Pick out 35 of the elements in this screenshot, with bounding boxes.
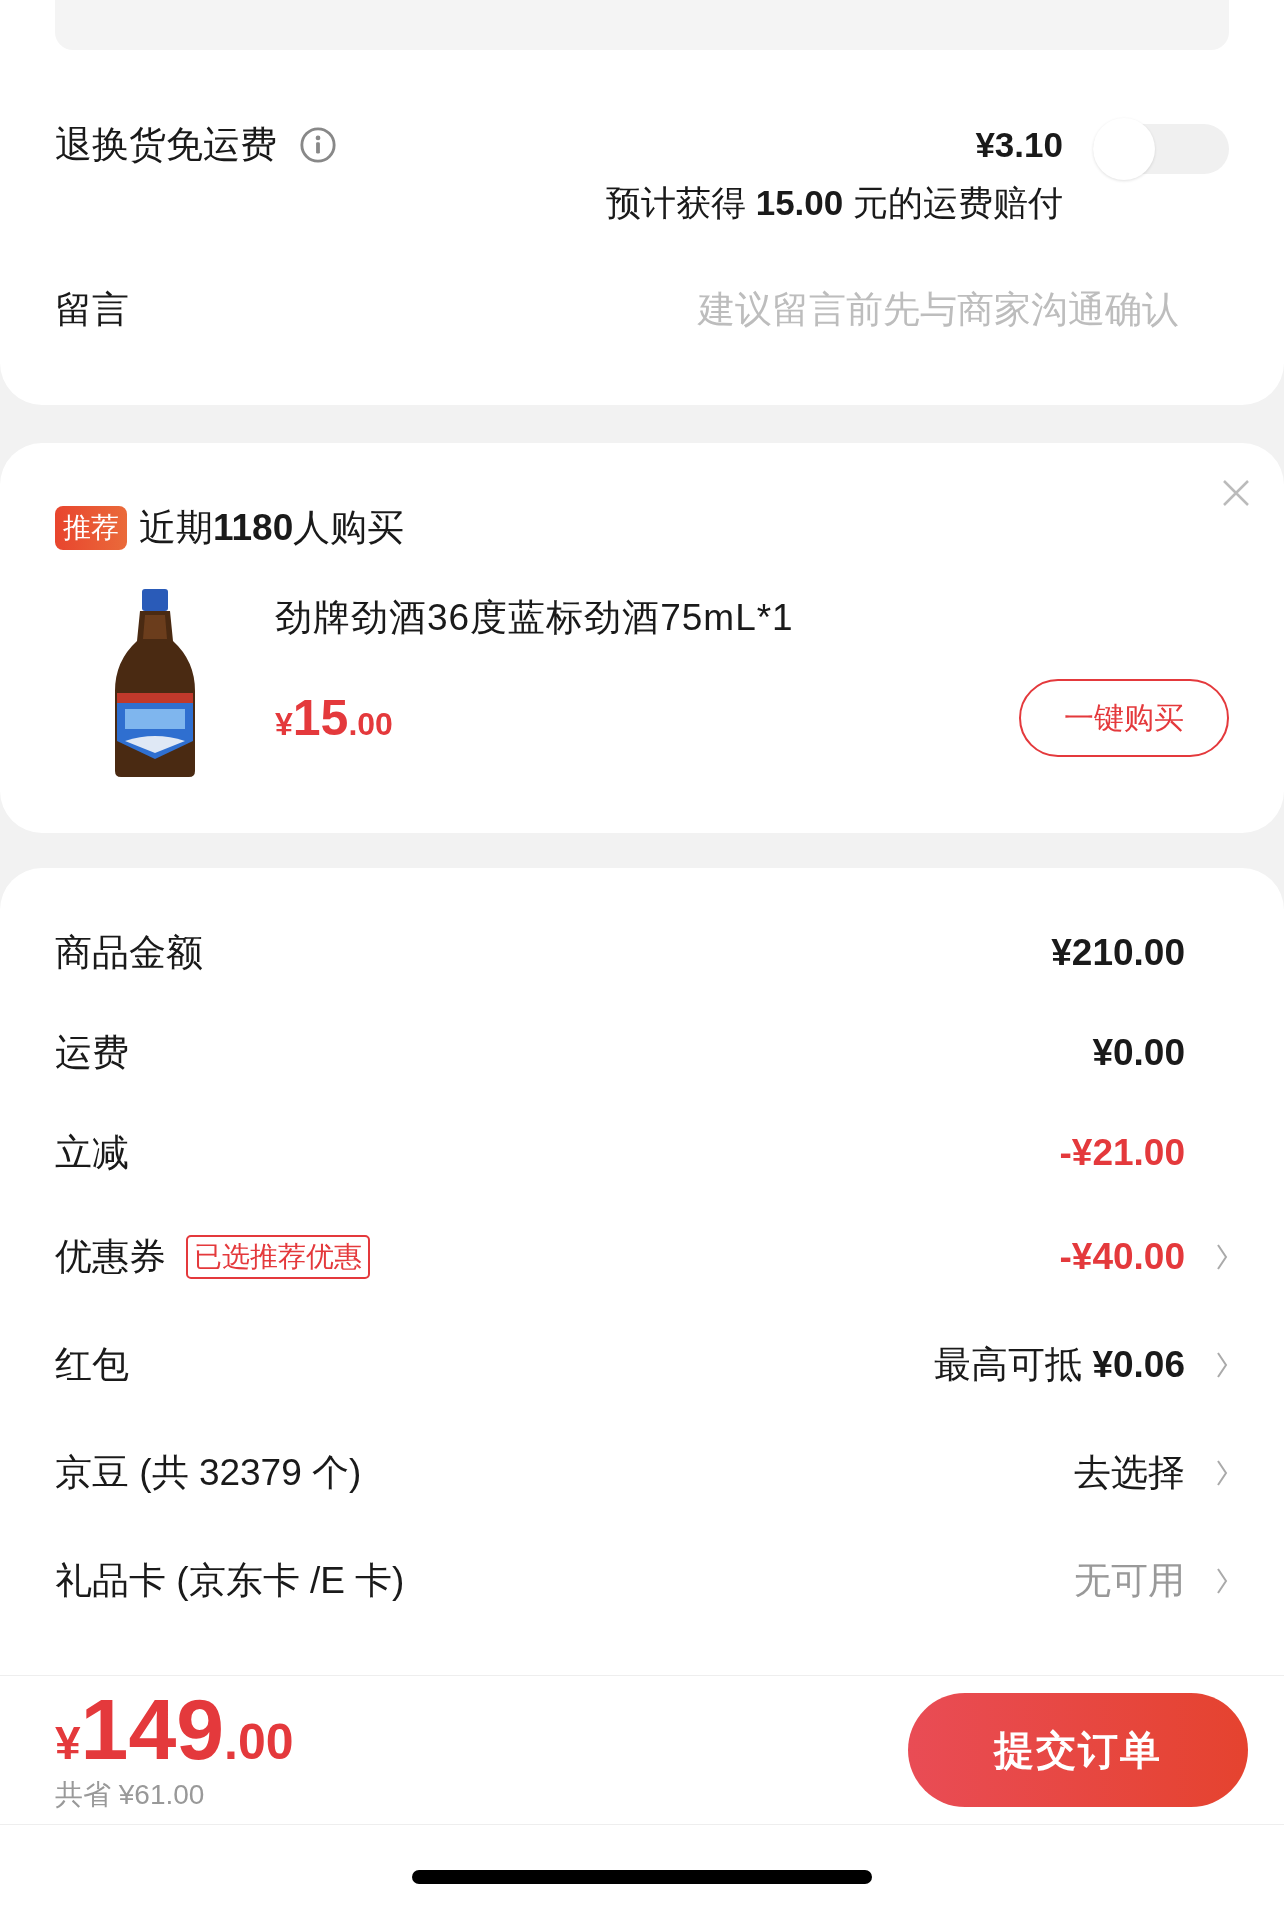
- row-value: -¥21.00: [1059, 1132, 1185, 1174]
- chevron-icon[interactable]: [1215, 1242, 1229, 1272]
- compensation-note: 预计获得 15.00 元的运费赔付: [605, 182, 1063, 224]
- toggle-switch[interactable]: [1093, 118, 1229, 180]
- info-icon[interactable]: [299, 126, 337, 164]
- submit-button[interactable]: 提交订单: [908, 1693, 1248, 1807]
- row-label: 运费: [55, 1031, 129, 1075]
- chevron-icon[interactable]: [1215, 1458, 1229, 1488]
- field-label: 留言: [55, 288, 129, 332]
- row-label: 礼品卡 (京东卡 /E 卡): [55, 1559, 405, 1603]
- row-value: 无可用: [1074, 1559, 1185, 1603]
- row-value: 最高可抵 ¥0.06: [934, 1343, 1185, 1387]
- tag: 推荐: [55, 506, 127, 550]
- input-field[interactable]: 建议留言前先与商家沟通确认: [129, 289, 1179, 331]
- total-price: ¥149.00: [55, 1686, 294, 1772]
- close-icon[interactable]: [1221, 478, 1251, 508]
- chevron-icon[interactable]: [1215, 1350, 1229, 1380]
- chevron-icon[interactable]: [1215, 1566, 1229, 1596]
- row-value: -¥40.00: [1059, 1236, 1185, 1278]
- row-value: ¥210.00: [1051, 932, 1185, 974]
- savings-text: 共省 ¥61.00: [55, 1778, 206, 1812]
- tag: 已选推荐优惠: [186, 1235, 370, 1279]
- buy-button[interactable]: 一键购买: [1019, 679, 1229, 757]
- row-label: 红包: [55, 1343, 129, 1387]
- row-value: ¥0.00: [1092, 1032, 1185, 1074]
- row-value: 去选择: [1074, 1451, 1185, 1495]
- row-label: 立减: [55, 1131, 129, 1175]
- price-text: ¥3.10: [975, 124, 1063, 166]
- recommendation-title: 近期1180人购买: [139, 506, 406, 550]
- product-title: 劲牌劲酒36度蓝标劲酒75mL*1: [275, 596, 795, 640]
- product-price: ¥15.00: [275, 689, 393, 747]
- row-label: 京豆 (共 32379 个): [55, 1451, 362, 1495]
- row-label: 优惠券: [55, 1235, 166, 1279]
- row-label: 商品金额: [55, 931, 203, 975]
- option-label: 退换货免运费: [55, 123, 277, 167]
